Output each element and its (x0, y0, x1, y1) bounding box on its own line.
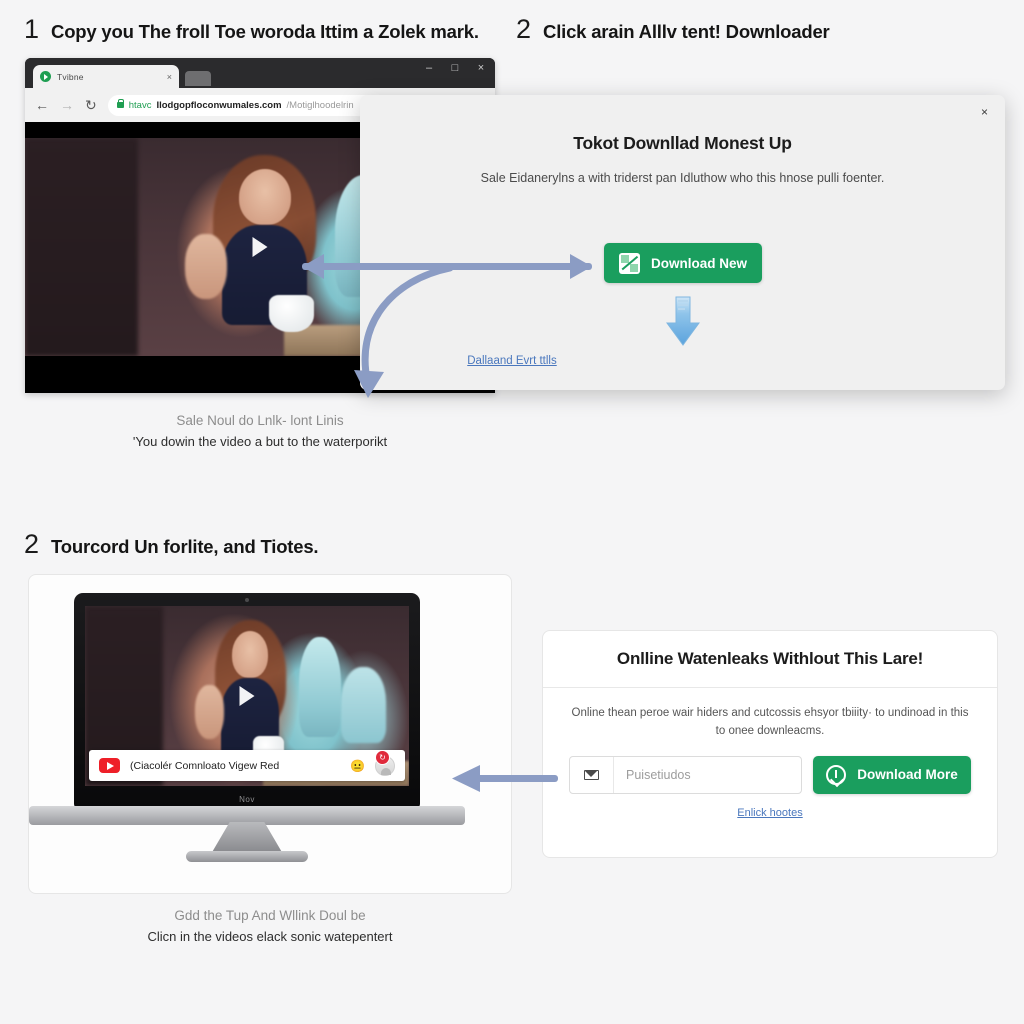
monitor-screen: (Ciacolér Comnloato Vigew Red 😐 ↻ (85, 606, 409, 786)
video-person-arm (195, 685, 225, 740)
video-person-arm (184, 233, 228, 300)
desktop-monitor: Nov (Ciacolér Comnloato Vigew Red 😐 ↻ (29, 593, 465, 862)
step-title: Copy you The froll Toe woroda Ittim a Zo… (51, 21, 479, 42)
monitor-neck (211, 822, 283, 854)
maximize-icon[interactable]: □ (449, 62, 461, 74)
signup-card: Onlline Watenleaks Withlout This Lare! O… (542, 630, 998, 858)
modal-description: Sale Eidanerylns a with triderst pan Idl… (480, 171, 885, 185)
download-file-icon (618, 252, 640, 274)
paste-url-input[interactable] (614, 756, 801, 793)
card-description: Online thean peroe wair hiders and cutco… (571, 707, 969, 738)
step-number: 2 (516, 14, 532, 44)
video-person-face (232, 631, 269, 678)
browser-titlebar: Tvibne × – □ × (25, 58, 495, 88)
card-secondary-link[interactable]: Enlick hootes (569, 807, 971, 819)
minimize-icon[interactable]: – (423, 62, 435, 74)
caption-dark: Clicn in the videos elack sonic watepent… (147, 928, 393, 944)
browser-tab[interactable]: Tvibne × (33, 65, 179, 88)
envelope-icon (570, 756, 614, 793)
monitor-panel: Nov (Ciacolér Comnloato Vigew Red 😐 ↻ (28, 574, 512, 894)
step-title: Tourcord Un forlite, and Tiotes. (51, 536, 319, 557)
play-icon[interactable] (239, 686, 255, 706)
download-new-button[interactable]: Download New (604, 243, 762, 283)
close-icon[interactable]: × (475, 62, 487, 74)
url-host: Ilodgopfloconwumales.com (156, 99, 282, 111)
step-heading-1: 1 Copy you The froll Toe woroda Ittim a … (24, 16, 479, 43)
tab-close-icon[interactable]: × (167, 72, 172, 82)
step-number: 2 (24, 529, 40, 559)
monitor-brand-label: Nov (239, 795, 255, 804)
card-form-row: Download More (569, 755, 971, 794)
download-more-label: Download More (857, 767, 958, 783)
youtube-icon (99, 758, 120, 773)
caption-block-bottom: Gdd the Tup And Wllink Doul be Clicn in … (28, 905, 512, 947)
forward-icon[interactable]: → (60, 98, 74, 112)
download-new-label: Download New (650, 255, 747, 271)
new-tab-button[interactable] (185, 71, 211, 86)
modal-secondary-link[interactable]: Dallaand Evrt ttlls (0, 355, 1024, 367)
card-title: Onlline Watenleaks Withlout This Lare! (543, 631, 997, 688)
download-arrow-icon (666, 296, 700, 346)
video-bg-left (25, 138, 138, 356)
video-statue-1 (298, 636, 341, 738)
modal-title: Tokot Downllad Monest Up (573, 133, 792, 153)
url-path: /Motiglhoodelrin (286, 99, 354, 111)
video-person-face (238, 168, 291, 226)
step-number: 1 (24, 14, 40, 44)
download-notification-bar[interactable]: (Ciacolér Comnloato Vigew Red 😐 ↻ (89, 749, 405, 781)
caption-muted: Gdd the Tup And Wllink Doul be (174, 908, 366, 923)
back-icon[interactable]: ← (35, 98, 49, 112)
favicon-icon (40, 71, 51, 82)
webcam-icon (245, 598, 249, 602)
avatar[interactable]: ↻ (375, 749, 395, 776)
download-circle-icon (826, 764, 847, 785)
reload-icon[interactable]: ↻ (85, 98, 97, 112)
step-heading-3: 2 Tourcord Un forlite, and Tiotes. (24, 529, 319, 559)
video-statue-2 (340, 667, 387, 743)
status-badge: ↻ (375, 749, 390, 765)
caption-block-top: Sale Noul do Lnlk- lont Linis 'You dowin… (25, 410, 495, 452)
download-more-button[interactable]: Download More (813, 755, 971, 794)
tutorial-page: 1 Copy you The froll Toe woroda Ittim a … (0, 0, 1024, 1024)
emoji-icon: 😐 (350, 758, 365, 773)
window-controls: – □ × (423, 62, 487, 74)
card-body: Online thean peroe wair hiders and cutco… (543, 688, 997, 819)
url-field[interactable] (569, 755, 802, 794)
lock-icon (116, 99, 125, 108)
caption-muted: Sale Noul do Lnlk- lont Linis (176, 413, 344, 428)
step-title: Click arain Alllv tent! Downloader (543, 21, 830, 42)
url-scheme: htavc (128, 99, 152, 111)
video-cup (269, 294, 315, 332)
modal-close-icon[interactable]: × (978, 103, 991, 121)
monitor-base (186, 851, 308, 862)
play-icon[interactable] (252, 237, 268, 257)
caption-dark: 'You dowin the video a but to the waterp… (132, 433, 388, 449)
notification-text: (Ciacolér Comnloato Vigew Red (130, 759, 280, 772)
tab-title: Tvibne (57, 71, 84, 82)
step-heading-2: 2 Click arain Alllv tent! Downloader (516, 16, 830, 43)
